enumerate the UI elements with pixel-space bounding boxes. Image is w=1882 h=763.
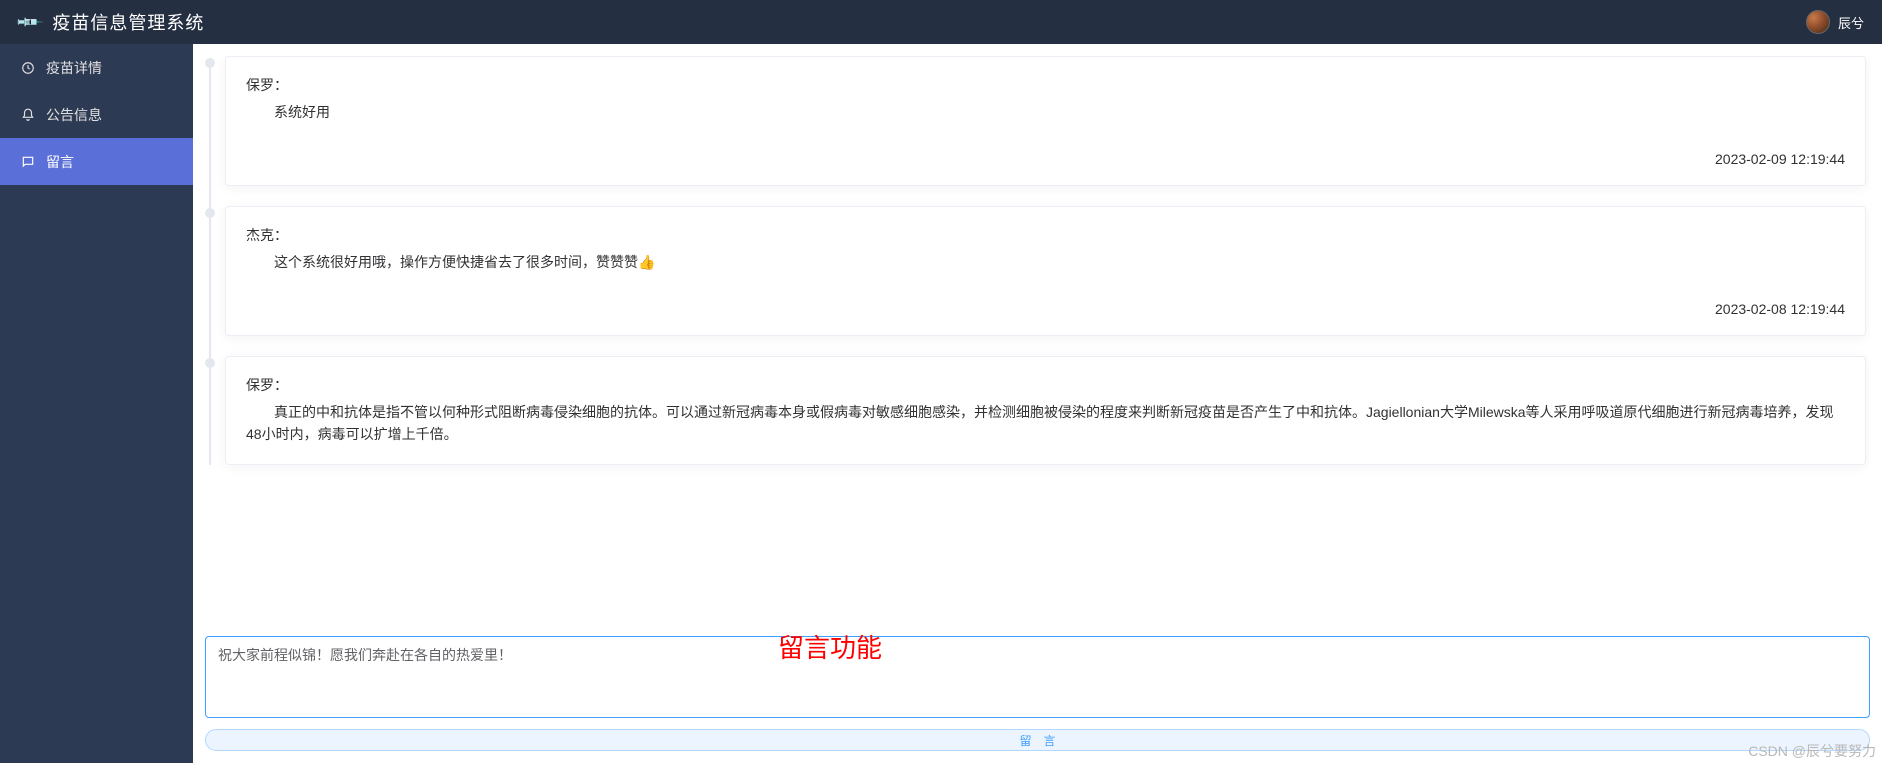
username: 辰兮 bbox=[1838, 13, 1864, 32]
message-textarea[interactable] bbox=[205, 636, 1870, 718]
message-content: 这个系统很好用哦，操作方便快捷省去了很多时间，赞赞赞👍 bbox=[246, 251, 1845, 291]
bell-icon bbox=[20, 108, 36, 122]
app-header: 💉 疫苗信息管理系统 辰兮 bbox=[0, 0, 1882, 44]
sidebar-item-vaccine-detail[interactable]: 疫苗详情 bbox=[0, 44, 193, 91]
sidebar-item-label: 留言 bbox=[46, 152, 74, 172]
sidebar-item-announcement[interactable]: 公告信息 bbox=[0, 91, 193, 138]
clock-icon bbox=[20, 61, 36, 75]
sidebar-item-label: 疫苗详情 bbox=[46, 58, 102, 78]
message-card: 保罗： 系统好用 2023-02-09 12:19:44 bbox=[225, 56, 1866, 186]
chat-icon bbox=[20, 155, 36, 169]
message-author: 保罗： bbox=[246, 75, 1845, 95]
timeline-scroll[interactable]: 保罗： 系统好用 2023-02-09 12:19:44 杰克： 这个系统很好用… bbox=[205, 56, 1870, 632]
timeline-item: 杰克： 这个系统很好用哦，操作方便快捷省去了很多时间，赞赞赞👍 2023-02-… bbox=[225, 206, 1866, 336]
timeline-dot-icon bbox=[205, 358, 215, 368]
watermark: CSDN @辰兮要努力 bbox=[1748, 741, 1876, 761]
message-author: 保罗： bbox=[246, 375, 1845, 395]
user-menu[interactable]: 辰兮 bbox=[1806, 10, 1864, 34]
timeline-item: 保罗： 真正的中和抗体是指不管以何种形式阻断病毒侵染细胞的抗体。可以通过新冠病毒… bbox=[225, 356, 1866, 465]
message-content: 系统好用 bbox=[246, 101, 1845, 141]
message-content: 真正的中和抗体是指不管以何种形式阻断病毒侵染细胞的抗体。可以通过新冠病毒本身或假… bbox=[246, 401, 1845, 446]
timeline-item: 保罗： 系统好用 2023-02-09 12:19:44 bbox=[225, 56, 1866, 186]
timeline-dot-icon bbox=[205, 208, 215, 218]
avatar bbox=[1806, 10, 1830, 34]
submit-message-button[interactable]: 留言 bbox=[205, 729, 1870, 751]
main-content: 保罗： 系统好用 2023-02-09 12:19:44 杰克： 这个系统很好用… bbox=[193, 44, 1882, 763]
message-card: 保罗： 真正的中和抗体是指不管以何种形式阻断病毒侵染细胞的抗体。可以通过新冠病毒… bbox=[225, 356, 1866, 465]
app-title: 疫苗信息管理系统 bbox=[52, 9, 204, 35]
sidebar-item-message[interactable]: 留言 bbox=[0, 138, 193, 185]
message-time: 2023-02-09 12:19:44 bbox=[246, 151, 1845, 167]
message-card: 杰克： 这个系统很好用哦，操作方便快捷省去了很多时间，赞赞赞👍 2023-02-… bbox=[225, 206, 1866, 336]
syringe-icon: 💉 bbox=[14, 7, 45, 38]
message-time: 2023-02-08 12:19:44 bbox=[246, 301, 1845, 317]
sidebar: 疫苗详情 公告信息 留言 bbox=[0, 44, 193, 763]
message-author: 杰克： bbox=[246, 225, 1845, 245]
timeline-line bbox=[209, 62, 211, 465]
timeline-dot-icon bbox=[205, 58, 215, 68]
sidebar-item-label: 公告信息 bbox=[46, 105, 102, 125]
